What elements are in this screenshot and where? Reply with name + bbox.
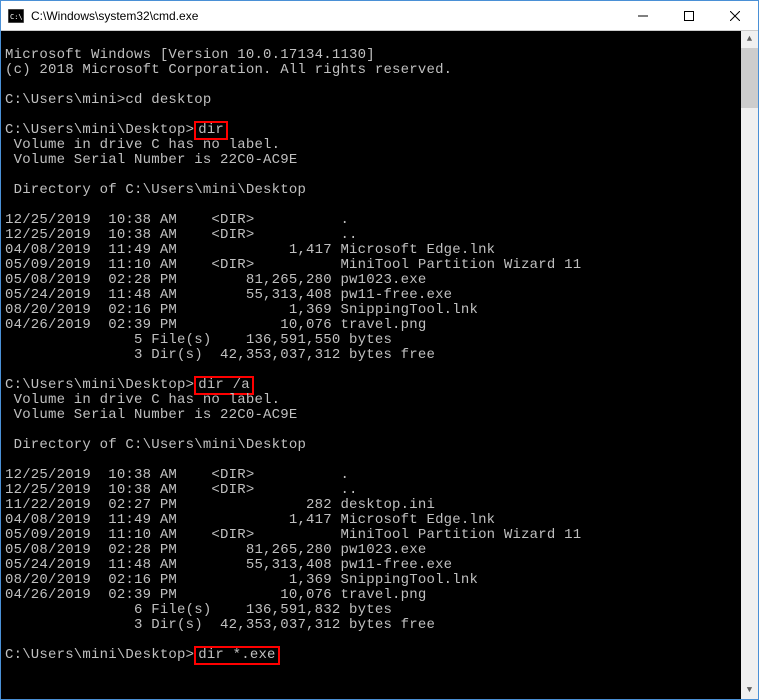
dir-row: 04/26/2019 02:39 PM 10,076 travel.png (5, 317, 426, 333)
scroll-down-button[interactable]: ▼ (741, 682, 758, 699)
dir-row: 12/25/2019 10:38 AM <DIR> .. (5, 482, 358, 498)
cmd-icon: C:\ (8, 9, 24, 23)
minimize-button[interactable] (620, 1, 666, 30)
prompt: C:\Users\mini> (5, 92, 125, 108)
dir-row: 11/22/2019 02:27 PM 282 desktop.ini (5, 497, 435, 513)
dir-row: 04/26/2019 02:39 PM 10,076 travel.png (5, 587, 426, 603)
summary-row: 5 File(s) 136,591,550 bytes (5, 332, 392, 348)
summary-row: 3 Dir(s) 42,353,037,312 bytes free (5, 347, 435, 363)
window-title: C:\Windows\system32\cmd.exe (29, 9, 620, 23)
summary-row: 6 File(s) 136,591,832 bytes (5, 602, 392, 618)
output-line: Directory of C:\Users\mini\Desktop (5, 437, 306, 453)
dir-row: 05/24/2019 11:48 AM 55,313,408 pw11-free… (5, 557, 452, 573)
maximize-button[interactable] (666, 1, 712, 30)
output-line: Volume Serial Number is 22C0-AC9E (5, 152, 297, 168)
output-line: (c) 2018 Microsoft Corporation. All righ… (5, 62, 452, 78)
output-line: Volume in drive C has no label. (5, 392, 280, 408)
highlighted-command: dir *.exe (194, 646, 279, 665)
scrollbar-thumb[interactable] (741, 48, 758, 108)
close-button[interactable] (712, 1, 758, 30)
dir-row: 08/20/2019 02:16 PM 1,369 SnippingTool.l… (5, 302, 478, 318)
dir-row: 05/24/2019 11:48 AM 55,313,408 pw11-free… (5, 287, 452, 303)
summary-row: 3 Dir(s) 42,353,037,312 bytes free (5, 617, 435, 633)
titlebar: C:\ C:\Windows\system32\cmd.exe (1, 1, 758, 31)
terminal-output[interactable]: Microsoft Windows [Version 10.0.17134.11… (1, 31, 758, 699)
output-line: Volume in drive C has no label. (5, 137, 280, 153)
command: cd desktop (125, 92, 211, 108)
dir-row: 12/25/2019 10:38 AM <DIR> . (5, 212, 349, 228)
scrollbar[interactable]: ▲ ▼ (741, 31, 758, 699)
dir-row: 05/08/2019 02:28 PM 81,265,280 pw1023.ex… (5, 272, 426, 288)
svg-text:C:\: C:\ (10, 13, 23, 21)
dir-row: 05/09/2019 11:10 AM <DIR> MiniTool Parti… (5, 527, 581, 543)
scroll-up-button[interactable]: ▲ (741, 31, 758, 48)
dir-row: 04/08/2019 11:49 AM 1,417 Microsoft Edge… (5, 512, 495, 528)
prompt: C:\Users\mini\Desktop> (5, 122, 194, 138)
prompt: C:\Users\mini\Desktop> (5, 647, 194, 663)
dir-row: 12/25/2019 10:38 AM <DIR> .. (5, 227, 358, 243)
output-line: Microsoft Windows [Version 10.0.17134.11… (5, 47, 375, 63)
dir-row: 04/08/2019 11:49 AM 1,417 Microsoft Edge… (5, 242, 495, 258)
dir-row: 05/09/2019 11:10 AM <DIR> MiniTool Parti… (5, 257, 581, 273)
output-line: Volume Serial Number is 22C0-AC9E (5, 407, 297, 423)
dir-row: 12/25/2019 10:38 AM <DIR> . (5, 467, 349, 483)
dir-row: 05/08/2019 02:28 PM 81,265,280 pw1023.ex… (5, 542, 426, 558)
prompt: C:\Users\mini\Desktop> (5, 377, 194, 393)
output-line: Directory of C:\Users\mini\Desktop (5, 182, 306, 198)
dir-row: 08/20/2019 02:16 PM 1,369 SnippingTool.l… (5, 572, 478, 588)
window-controls (620, 1, 758, 30)
